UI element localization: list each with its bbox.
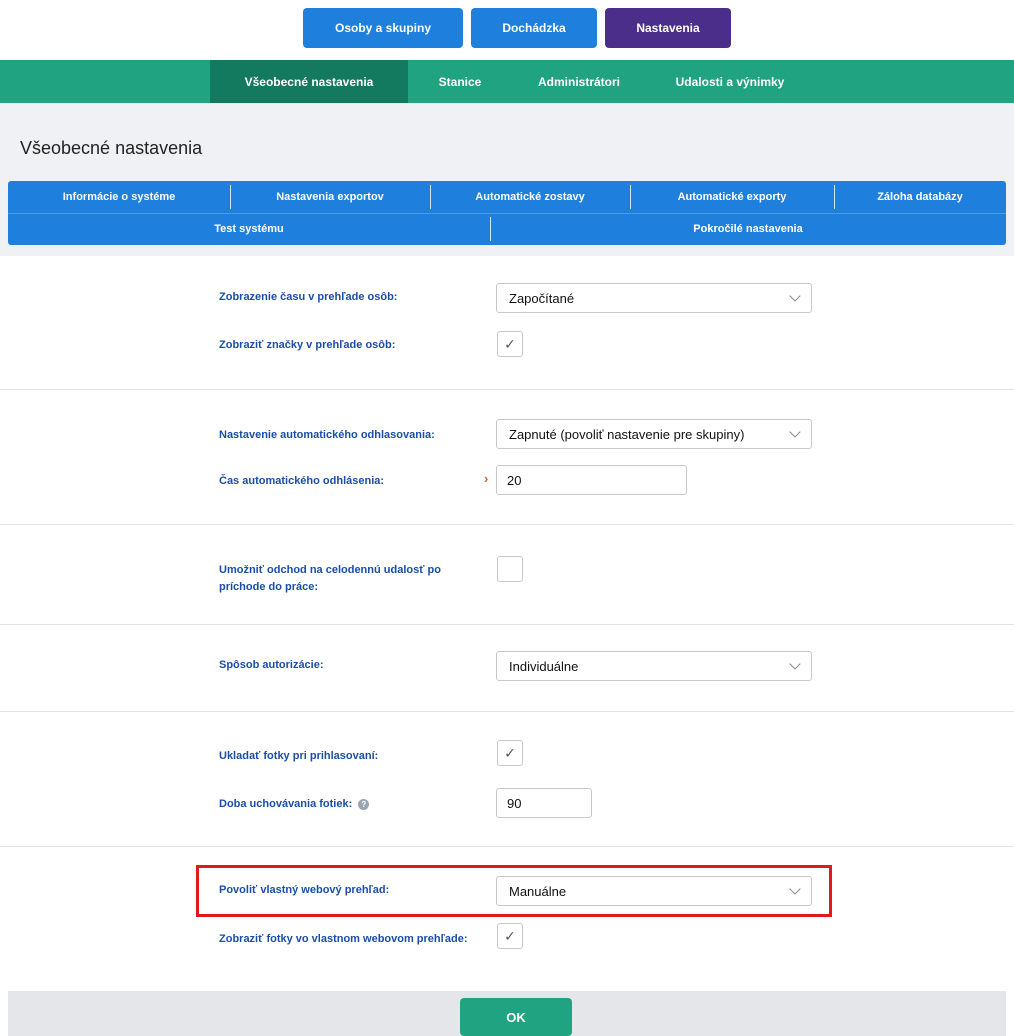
auto-logout-label: Nastavenie automatického odhlasovania:	[219, 429, 435, 441]
settings-tabs: Informácie o systéme Nastavenia exportov…	[8, 181, 1006, 245]
section-divider	[0, 711, 1014, 712]
chevron-down-icon	[789, 883, 801, 895]
photo-retention-label-row: Doba uchovávania fotiek: ?	[219, 796, 479, 813]
auth-method-label: Spôsob autorizácie:	[219, 659, 324, 671]
allow-departure-checkbox[interactable]	[497, 556, 523, 582]
custom-web-label: Povoliť vlastný webový prehľad:	[219, 884, 390, 896]
chevron-down-icon	[789, 426, 801, 438]
section-divider	[0, 524, 1014, 525]
tab-system-test[interactable]: Test systému	[8, 213, 490, 245]
allow-departure-label: Umožniť odchod na celodennú udalosť po p…	[219, 564, 441, 593]
show-tags-checkbox[interactable]: ✓	[497, 331, 523, 357]
auth-method-value: Individuálne	[509, 658, 579, 674]
time-display-label: Zobrazenie času v prehľade osôb:	[219, 291, 398, 303]
auto-logout-time-label: Čas automatického odhlásenia:	[219, 475, 385, 487]
tab-auto-reports[interactable]: Automatické zostavy	[430, 181, 630, 213]
show-photos-web-checkbox[interactable]: ✓	[497, 923, 523, 949]
ok-button[interactable]: OK	[460, 998, 572, 1036]
save-photos-label: Ukladať fotky pri prihlasovaní:	[219, 750, 379, 762]
subnav-stations[interactable]: Stanice	[420, 60, 500, 103]
nav-settings-button[interactable]: Nastavenia	[605, 8, 731, 48]
subnav-admins[interactable]: Administrátori	[520, 60, 638, 103]
subnav-general[interactable]: Všeobecné nastavenia	[210, 60, 408, 103]
section-divider	[0, 389, 1014, 390]
show-tags-label: Zobraziť značky v prehľade osôb:	[219, 339, 396, 351]
time-display-select[interactable]: Započítané	[496, 283, 812, 313]
section-divider	[0, 624, 1014, 625]
nav-attendance-button[interactable]: Dochádzka	[471, 8, 597, 48]
tab-system-info[interactable]: Informácie o systéme	[8, 181, 230, 213]
photo-retention-input[interactable]: 90	[496, 788, 592, 818]
subnav-events[interactable]: Udalosti a výnimky	[660, 60, 800, 103]
section-divider	[0, 846, 1014, 847]
save-photos-checkbox[interactable]: ✓	[497, 740, 523, 766]
auto-logout-value: Zapnuté (povoliť nastavenie pre skupiny)	[509, 426, 745, 442]
chevron-down-icon	[789, 290, 801, 302]
tab-db-backup[interactable]: Záloha databázy	[834, 181, 1006, 213]
auto-logout-select[interactable]: Zapnuté (povoliť nastavenie pre skupiny)	[496, 419, 812, 449]
auto-logout-time-input[interactable]: 20	[496, 465, 687, 495]
chevron-down-icon	[789, 658, 801, 670]
time-display-value: Započítané	[509, 290, 575, 306]
nav-people-button[interactable]: Osoby a skupiny	[303, 8, 463, 48]
top-nav: Osoby a skupiny Dochádzka Nastavenia	[0, 8, 1014, 48]
tab-advanced[interactable]: Pokročilé nastavenia	[490, 213, 1006, 245]
tab-export-settings[interactable]: Nastavenia exportov	[230, 181, 430, 213]
info-icon[interactable]: ?	[358, 798, 370, 810]
tab-auto-exports[interactable]: Automatické exporty	[630, 181, 834, 213]
settings-subnav: Všeobecné nastavenia Stanice Administrát…	[0, 60, 1014, 103]
auth-method-select[interactable]: Individuálne	[496, 651, 812, 681]
photo-retention-label: Doba uchovávania fotiek:	[219, 798, 353, 810]
custom-web-select[interactable]: Manuálne	[496, 876, 812, 906]
required-mark: ›	[484, 471, 489, 486]
page-title: Všeobecné nastavenia	[20, 138, 203, 158]
show-photos-web-label: Zobraziť fotky vo vlastnom webovom prehľ…	[219, 933, 468, 945]
custom-web-value: Manuálne	[509, 883, 567, 899]
